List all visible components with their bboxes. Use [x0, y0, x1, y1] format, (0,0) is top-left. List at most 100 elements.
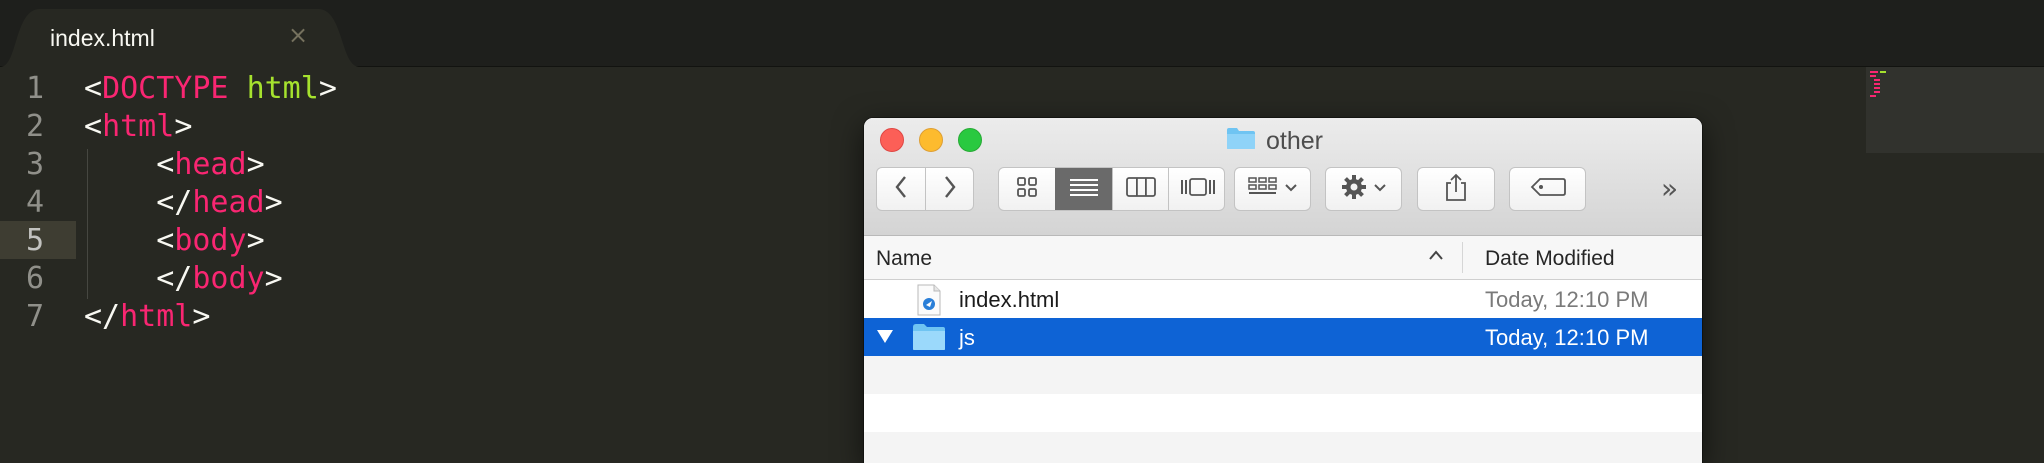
- editor-tab-bar: index.html ×: [0, 0, 2044, 67]
- minimap-line: [1870, 71, 1878, 73]
- back-button[interactable]: [877, 168, 925, 210]
- chevron-down-icon: [1284, 180, 1298, 198]
- share-icon: [1443, 172, 1469, 207]
- line-number: 1: [25, 71, 44, 106]
- html-file-icon: [916, 284, 942, 321]
- action-button[interactable]: [1325, 167, 1402, 211]
- punctuation-token: </: [84, 299, 121, 334]
- window-title: other: [1226, 126, 1323, 156]
- line-number: 3: [25, 147, 44, 182]
- tag-token: body: [192, 261, 265, 296]
- close-window-button[interactable]: [880, 128, 904, 152]
- minimap-line: [1874, 91, 1880, 93]
- sort-ascending-icon[interactable]: [1428, 248, 1444, 266]
- minimap-line: [1874, 83, 1880, 85]
- tab-title: index.html: [50, 25, 155, 51]
- line-number: 7: [25, 299, 44, 334]
- line-number: 2: [25, 109, 44, 144]
- minimap-line: [1880, 71, 1886, 73]
- punctuation-token: >: [318, 71, 337, 106]
- finder-window: other » Name Date Modified index.html To…: [864, 118, 1702, 463]
- minimap-line: [1870, 75, 1876, 77]
- folder-icon: [1226, 126, 1256, 157]
- code-text: </head>: [84, 184, 283, 222]
- folder-icon: [912, 323, 946, 356]
- code-line[interactable]: 2 <html>: [0, 108, 900, 146]
- code-line[interactable]: 3 <head>: [0, 146, 900, 184]
- cover-flow-button[interactable]: [1168, 168, 1224, 210]
- code-text: <DOCTYPE html>: [84, 70, 337, 108]
- code-line[interactable]: 1 <DOCTYPE html>: [0, 70, 900, 108]
- chevron-right-icon: [942, 174, 958, 205]
- name-column-header[interactable]: Name: [876, 247, 932, 271]
- file-name: js: [959, 325, 975, 350]
- chevron-down-icon: [1373, 180, 1387, 198]
- minimize-window-button[interactable]: [919, 128, 943, 152]
- icon-view-button[interactable]: [999, 168, 1055, 210]
- icon-view-icon: [1016, 176, 1038, 203]
- code-text: <html>: [84, 108, 192, 146]
- list-view-icon: [1069, 176, 1099, 203]
- forward-button[interactable]: [925, 168, 974, 210]
- minimap-line: [1870, 95, 1876, 97]
- tag-token: html: [102, 109, 175, 144]
- punctuation-token: </: [84, 261, 193, 296]
- line-number: 4: [25, 185, 44, 220]
- code-text: </html>: [84, 298, 210, 336]
- tag-token: body: [174, 223, 247, 258]
- tag-icon: [1530, 177, 1566, 202]
- finder-titlebar: other »: [864, 118, 1702, 236]
- code-line[interactable]: 7 </html>: [0, 298, 900, 336]
- line-number: 5: [25, 223, 44, 258]
- empty-row: [864, 356, 1702, 394]
- list-view-button[interactable]: [1055, 168, 1112, 210]
- punctuation-token: >: [192, 299, 211, 334]
- code-text: <head>: [84, 146, 265, 184]
- editor-tab[interactable]: index.html ×: [0, 9, 360, 67]
- file-name: index.html: [959, 287, 1060, 312]
- punctuation-token: >: [264, 185, 283, 220]
- file-date-modified: Today, 12:10 PM: [1485, 325, 1649, 350]
- keyword-token: html: [246, 71, 319, 106]
- share-button[interactable]: [1417, 167, 1495, 211]
- date-modified-column-header[interactable]: Date Modified: [1485, 247, 1615, 271]
- code-line[interactable]: 4 </head>: [0, 184, 900, 222]
- punctuation-token: >: [264, 261, 283, 296]
- minimap[interactable]: [1866, 67, 2044, 153]
- minimap-line: [1874, 87, 1880, 89]
- window-title-text: other: [1266, 126, 1323, 155]
- code-text: <body>: [84, 222, 265, 260]
- file-row-js[interactable]: js Today, 12:10 PM: [864, 318, 1702, 356]
- minimap-line: [1874, 79, 1880, 81]
- punctuation-token: >: [246, 223, 265, 258]
- tag-token: head: [174, 147, 247, 182]
- column-view-icon: [1126, 176, 1156, 203]
- tag-token: html: [120, 299, 193, 334]
- zoom-window-button[interactable]: [958, 128, 982, 152]
- column-divider[interactable]: [1462, 242, 1463, 273]
- file-date-modified: Today, 12:10 PM: [1485, 287, 1649, 312]
- code-line[interactable]: 5 <body>: [0, 222, 900, 260]
- arrange-icon: [1247, 176, 1278, 203]
- column-view-button[interactable]: [1112, 168, 1169, 210]
- tag-token: DOCTYPE: [102, 71, 229, 106]
- tab-close-icon[interactable]: ×: [288, 23, 308, 47]
- code-line[interactable]: 6 </body>: [0, 260, 900, 298]
- code-text: </body>: [84, 260, 283, 298]
- tag-token: head: [192, 185, 265, 220]
- tags-button[interactable]: [1509, 167, 1586, 211]
- punctuation-token: >: [174, 109, 193, 144]
- punctuation-token: <: [84, 147, 175, 182]
- chevron-left-icon: [893, 174, 909, 205]
- disclosure-triangle-icon[interactable]: [876, 327, 894, 350]
- arrange-button[interactable]: [1234, 167, 1311, 211]
- toolbar-overflow-icon[interactable]: »: [1661, 175, 1678, 203]
- line-number: 6: [25, 261, 44, 296]
- view-mode-control: [998, 167, 1225, 211]
- punctuation-token: </: [84, 185, 193, 220]
- back-forward-control: [876, 167, 974, 211]
- punctuation-token: <: [84, 223, 175, 258]
- file-row-index-html[interactable]: index.html Today, 12:10 PM: [864, 280, 1702, 318]
- punctuation-token: >: [246, 147, 265, 182]
- column-header: Name Date Modified: [864, 236, 1702, 280]
